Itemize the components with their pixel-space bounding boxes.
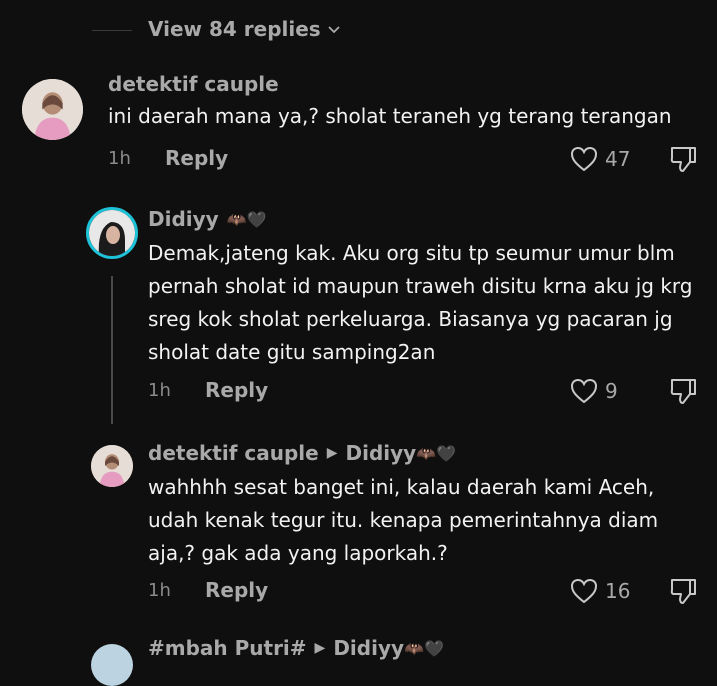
reply-arrow-icon: ▶ <box>326 445 338 461</box>
reply-arrow-icon: ▶ <box>314 640 326 656</box>
comment-text: Demak,jateng kak. Aku org situ tp seumur… <box>148 241 693 364</box>
reply-to-username[interactable]: Didiyy <box>333 636 404 660</box>
username-emoji: 🦇🖤 <box>226 209 267 229</box>
comment-time: 1h <box>148 380 171 401</box>
reply-to-username[interactable]: Didiyy <box>346 441 417 465</box>
avatar[interactable] <box>86 207 138 259</box>
like-count: 9 <box>605 379 618 403</box>
comment-username[interactable]: detektif cauple <box>108 72 279 96</box>
avatar-image <box>89 210 135 256</box>
divider <box>92 30 132 31</box>
avatar-image <box>22 79 83 140</box>
dislike-icon[interactable] <box>668 144 698 174</box>
avatar[interactable] <box>91 644 133 686</box>
reply-button[interactable]: Reply <box>205 578 268 602</box>
view-replies-button[interactable]: View 84 replies <box>148 17 341 41</box>
heart-icon <box>570 146 598 172</box>
comment-username[interactable]: detektif cauple ▶ Didiyy 🦇🖤 <box>148 441 456 465</box>
dislike-icon[interactable] <box>668 576 698 606</box>
like-count: 47 <box>605 147 631 171</box>
comment-text: ini daerah mana ya,? sholat teraneh yg t… <box>108 104 672 128</box>
thread-line <box>111 276 113 424</box>
comment-username[interactable]: Didiyy 🦇🖤 <box>148 207 267 231</box>
comment-time: 1h <box>148 580 171 601</box>
like-count: 16 <box>605 579 631 603</box>
view-replies-label: View 84 replies <box>148 17 321 41</box>
avatar-image <box>91 445 133 487</box>
comment-text: wahhhh sesat banget ini, kalau daerah ka… <box>148 475 659 565</box>
dislike-icon[interactable] <box>668 376 698 406</box>
avatar[interactable] <box>22 79 83 140</box>
heart-icon <box>570 378 598 404</box>
heart-icon <box>570 578 598 604</box>
like-button[interactable]: 9 <box>569 376 618 406</box>
username-emoji: 🦇🖤 <box>416 443 457 463</box>
like-button[interactable]: 47 <box>569 144 630 174</box>
avatar[interactable] <box>91 445 133 487</box>
reply-button[interactable]: Reply <box>205 378 268 402</box>
chevron-down-icon <box>328 26 340 34</box>
comment-time: 1h <box>108 148 131 169</box>
like-button[interactable]: 16 <box>569 576 630 606</box>
reply-button[interactable]: Reply <box>165 146 228 170</box>
comment-username[interactable]: #mbah Putri# ▶ Didiyy 🦇🖤 <box>148 636 444 660</box>
username-emoji: 🦇🖤 <box>404 638 444 658</box>
